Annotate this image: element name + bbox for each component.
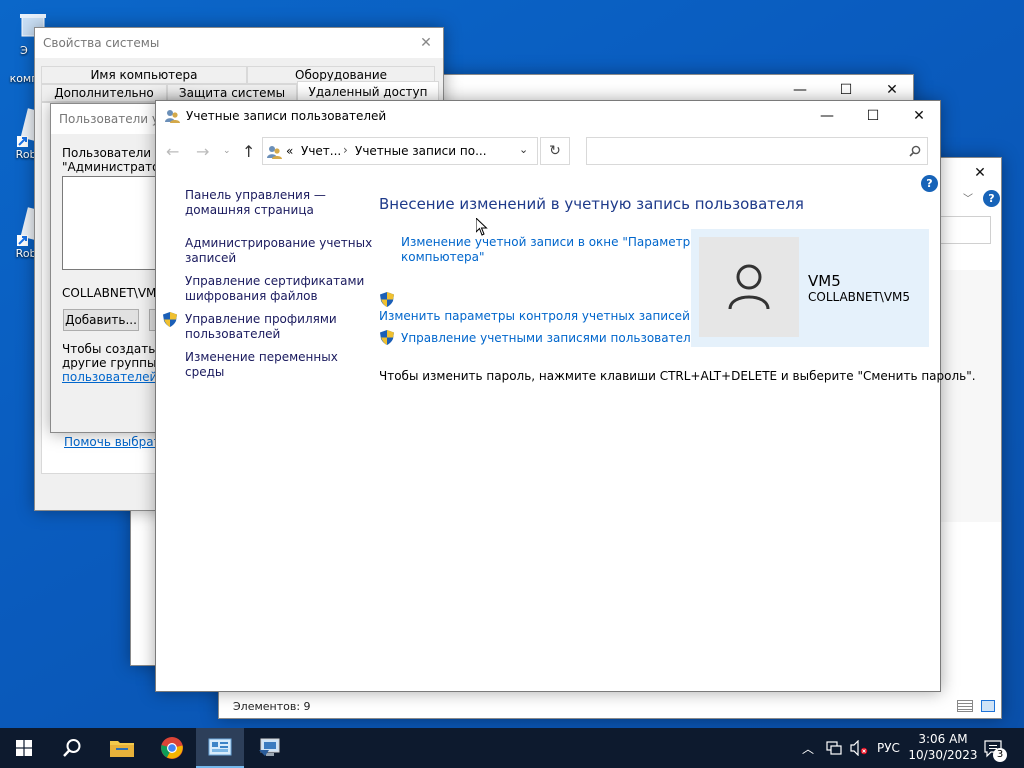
taskbar: ︿ РУС 3:06 AM 10/30/2023 3 [0,728,1024,768]
notification-count-badge: 3 [993,748,1007,762]
sidebar-item-user-profiles[interactable]: Управление профилями пользователей [185,312,337,342]
sidebar-home-link[interactable]: Панель управления — домашняя страница [185,188,326,218]
user-name: VM5 [808,272,841,290]
details-view-icon[interactable] [957,700,973,712]
content-pane [939,270,1001,522]
system-icon [258,738,282,758]
control-panel-icon [208,738,232,758]
help-choose-link[interactable]: Помочь выбрать [64,435,168,449]
status-text: Элементов: 9 [233,700,311,713]
sidebar-item-encryption-certs[interactable]: Управление сертификатами шифрования файл… [185,274,364,304]
taskbar-system-properties[interactable] [246,728,294,768]
password-hint: Чтобы изменить пароль, нажмите клавиши C… [379,369,976,383]
title-bar[interactable]: Свойства системы ✕ [35,28,443,58]
refresh-icon: ↻ [549,143,561,159]
address-bar[interactable]: « Учет... › Учетные записи по... ⌄ [262,137,538,165]
add-button[interactable]: Добавить... [63,309,139,331]
maximize-icon[interactable]: ☐ [850,101,896,131]
recent-chevron-icon[interactable]: ⌄ [223,146,231,156]
breadcrumb-item[interactable]: Учетные записи по... [355,144,487,158]
minimize-icon[interactable]: — [804,101,850,131]
search-input[interactable] [939,216,991,244]
user-accounts-icon [164,108,180,124]
windows-logo-icon [16,740,32,756]
uac-shield-icon [380,292,394,307]
tab-label: Оборудование [295,68,387,82]
sidebar-item-env-variables[interactable]: Изменение переменных среды [185,350,338,380]
control-panel-icon [266,144,282,160]
sidebar-item-admin-accounts[interactable]: Администрирование учетных записей [185,236,372,266]
close-icon[interactable]: ✕ [896,101,942,131]
user-avatar-icon [727,263,771,311]
refresh-button[interactable]: ↻ [540,137,570,165]
up-icon[interactable]: ↑ [242,142,255,161]
users-listbox[interactable] [62,176,162,270]
tab-advanced[interactable]: Дополнительно [41,84,167,102]
forward-icon[interactable]: → [196,142,209,161]
folder-icon [110,739,134,757]
tiles-view-icon[interactable] [981,700,995,712]
network-icon[interactable] [826,740,842,756]
tab-label: Дополнительно [54,86,154,100]
chrome-icon [160,736,184,760]
user-domain: COLLABNET\VM5 [808,290,911,304]
chevron-down-icon[interactable]: ﹀ [963,190,973,205]
clock[interactable]: 3:06 AM 10/30/2023 [908,731,978,763]
window-title: Учетные записи пользователей [186,109,387,123]
search-input[interactable] [586,137,928,165]
title-bar[interactable]: Учетные записи пользователей — ☐ ✕ [156,101,940,131]
clock-date: 10/30/2023 [908,748,978,762]
start-button[interactable] [0,728,48,768]
status-bar: Элементов: 9 [219,696,1001,718]
input-language[interactable]: РУС [877,741,900,755]
breadcrumb-overflow[interactable]: « [286,144,293,158]
page-heading: Внесение изменений в учетную запись поль… [379,195,804,213]
user-entry: COLLABNET\VM5 [62,286,165,300]
taskbar-control-panel[interactable] [196,728,244,768]
manage-accounts-link[interactable]: Управление учетными записями пользовател… [401,331,706,345]
avatar [699,237,799,337]
add-button-label: Добавить... [65,313,137,327]
breadcrumb-item[interactable]: Учет... [301,144,341,158]
users-link[interactable]: пользователей [62,370,157,384]
search-button[interactable] [48,728,96,768]
uac-settings-link[interactable]: Изменить параметры контроля учетных запи… [379,309,690,323]
sidebar: Панель управления — домашняя страница Ад… [156,181,372,381]
pc-settings-link[interactable]: Изменение учетной записи в окне "Парамет… [401,235,700,265]
close-icon[interactable]: ✕ [957,158,1003,188]
tab-label: Защита системы [178,86,286,100]
show-hidden-icons-icon[interactable]: ︿ [802,740,814,757]
window-title: Свойства системы [43,36,160,50]
close-icon[interactable]: ✕ [409,28,443,58]
mouse-cursor-icon [475,216,488,236]
search-icon [909,145,921,157]
user-accounts-window[interactable]: Учетные записи пользователей — ☐ ✕ ← → ⌄… [155,100,976,692]
help-icon[interactable]: ? [983,190,1000,207]
desktop: Э комп Roblo Roblo ✕ ? ﹀ Элементов: 9 — … [0,0,1024,728]
help-icon[interactable]: ? [921,175,938,192]
tab-label: Удаленный доступ [308,85,428,99]
back-icon[interactable]: ← [166,142,179,161]
uac-shield-icon [380,330,394,345]
taskbar-chrome[interactable] [148,728,196,768]
tab-label: Имя компьютера [90,68,198,82]
volume-muted-icon[interactable] [850,739,868,757]
uac-shield-icon [163,312,177,327]
taskbar-file-explorer[interactable] [98,728,146,768]
breadcrumb-separator-icon: › [343,143,348,157]
tab-computer-name[interactable]: Имя компьютера [41,66,247,84]
address-dropdown-icon[interactable]: ⌄ [519,143,528,156]
search-icon [62,738,82,758]
user-card: VM5 COLLABNET\VM5 [691,229,929,347]
clock-time: 3:06 AM [918,732,968,746]
